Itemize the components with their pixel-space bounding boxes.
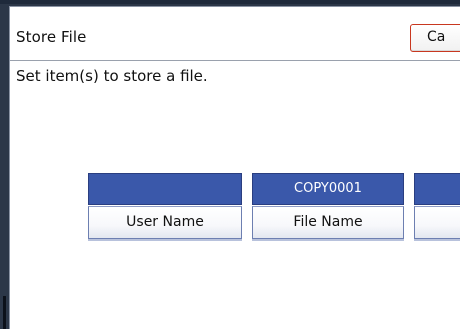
title-bar: Store File Ca xyxy=(10,7,460,62)
instruction-text: Set item(s) to store a file. xyxy=(16,67,208,85)
title-divider xyxy=(10,60,460,61)
left-frame xyxy=(0,4,9,329)
file-name-value: COPY0001 xyxy=(252,173,404,205)
store-file-dialog: Store File Ca Set item(s) to store a fil… xyxy=(9,6,460,329)
user-name-value xyxy=(88,173,242,205)
top-strip xyxy=(0,0,460,4)
third-field-value xyxy=(414,173,460,205)
file-name-button[interactable]: File Name xyxy=(252,206,404,239)
dialog-title: Store File xyxy=(16,28,87,46)
cancel-button-label: Ca xyxy=(427,29,446,45)
cancel-button[interactable]: Ca xyxy=(410,24,460,52)
user-name-button[interactable]: User Name xyxy=(88,206,242,239)
frame-shadow xyxy=(3,296,6,329)
screen: Store File Ca Set item(s) to store a fil… xyxy=(0,0,460,329)
third-field-button[interactable] xyxy=(414,206,460,239)
